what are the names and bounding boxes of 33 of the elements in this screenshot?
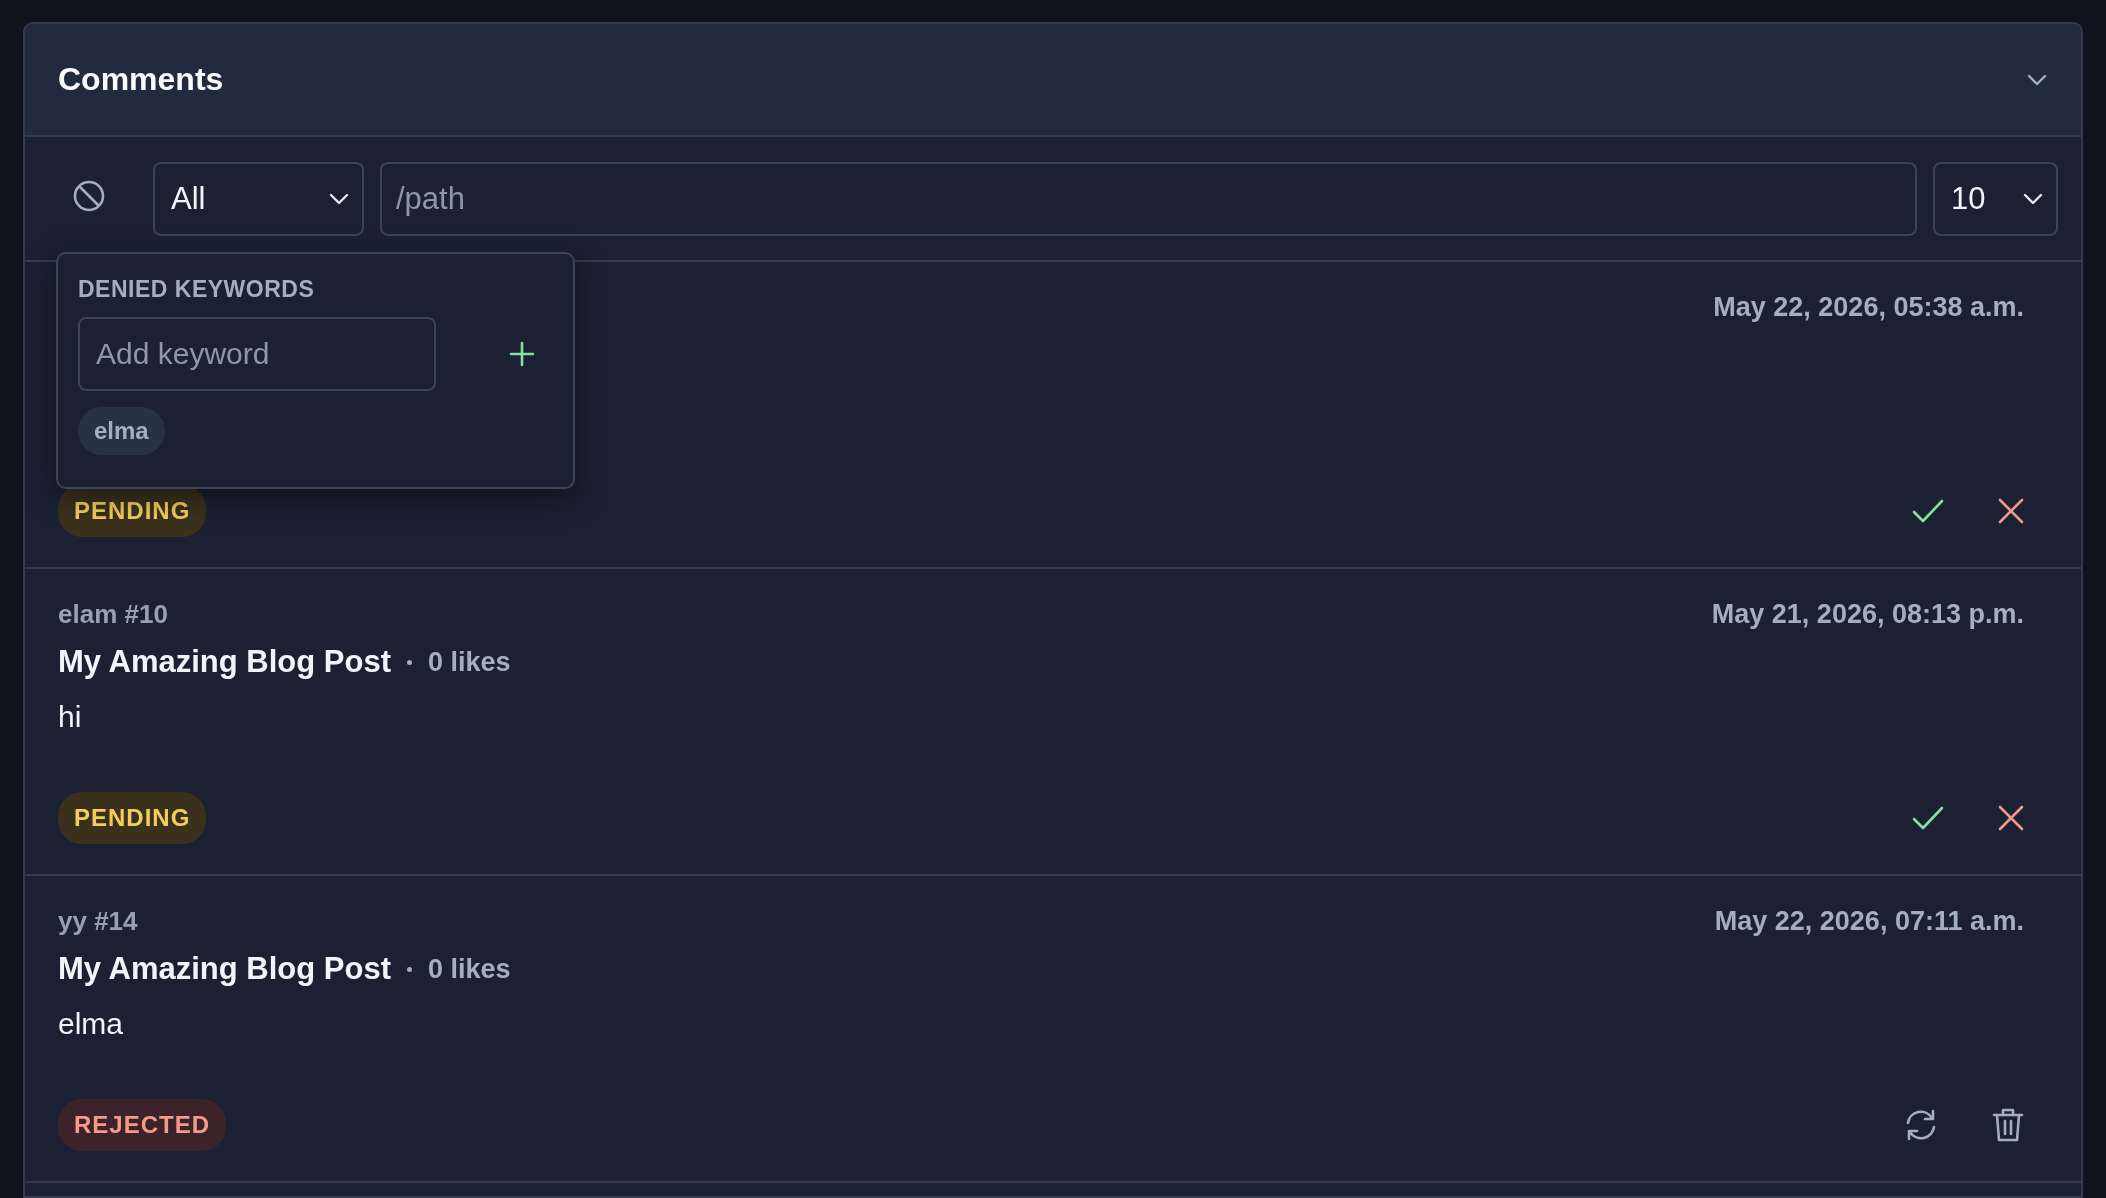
likes-count: 0 likes	[428, 646, 511, 678]
comment-text: elma	[58, 1007, 125, 1041]
status-badge: REJECTED	[58, 1099, 227, 1151]
comment-date: May 22, 2026, 07:11 a.m.	[1714, 906, 2024, 937]
comment-author: yy #14	[58, 906, 138, 937]
path-field[interactable]: /path	[380, 161, 1917, 236]
restore-button[interactable]	[1904, 1108, 1938, 1142]
reject-button[interactable]	[1998, 498, 2024, 524]
caret-icon	[2022, 191, 2044, 206]
keyword-tag[interactable]: elma	[78, 407, 165, 455]
comment-author: elam #10	[58, 599, 168, 630]
page-size-select[interactable]: 10	[1933, 161, 2058, 236]
caret-icon	[328, 191, 350, 206]
panel-title: Comments	[58, 61, 224, 98]
add-button[interactable]	[508, 340, 536, 368]
blocked-keywords-button[interactable]	[72, 178, 106, 213]
likes-count: 0 likes	[428, 953, 511, 985]
comment-text: hi	[58, 700, 83, 734]
post-title[interactable]: My Amazing Blog Post	[58, 951, 391, 987]
keyword-field[interactable]: Add keyword	[78, 317, 436, 391]
separator-dot	[407, 966, 412, 972]
status-select[interactable]: All	[153, 161, 364, 236]
collapse-button[interactable]	[2026, 72, 2048, 87]
popover-title: DENIED KEYWORDS	[78, 276, 316, 303]
approve-button[interactable]	[1912, 499, 1944, 523]
approve-button[interactable]	[1912, 806, 1944, 830]
comment-date: May 22, 2026, 05:38 a.m.	[1713, 292, 2024, 323]
separator-dot	[407, 659, 412, 665]
status-badge: PENDING	[58, 792, 207, 844]
reject-button[interactable]	[1998, 805, 2024, 831]
comment-date: May 21, 2026, 08:13 p.m.	[1711, 599, 2024, 630]
post-title[interactable]: My Amazing Blog Post	[58, 644, 391, 680]
delete-button[interactable]	[1992, 1107, 2024, 1143]
